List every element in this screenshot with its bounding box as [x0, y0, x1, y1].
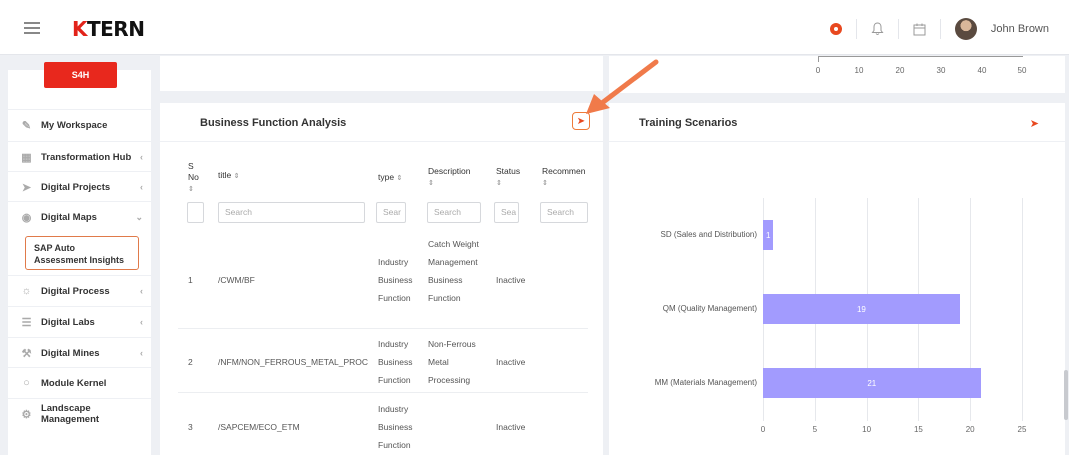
sidebar-item-digital-maps[interactable]: ◉ Digital Maps ⌄ — [8, 201, 151, 232]
top-card — [160, 56, 603, 91]
sidebar-item-module-kernel[interactable]: ○ Module Kernel — [8, 367, 151, 398]
sidebar: S4H ✎ My Workspace ▦ Transformation Hub … — [8, 62, 151, 455]
upper-chart-axis: 0 10 20 30 40 50 — [609, 56, 1065, 93]
gear-icon: ⚙ — [21, 408, 32, 421]
card-title: Training Scenarios — [639, 117, 738, 129]
card-title: Business Function Analysis — [200, 117, 347, 129]
divider — [609, 141, 1065, 142]
hamburger-menu-icon[interactable] — [24, 22, 40, 34]
axis-tick-label: 10 — [854, 66, 864, 75]
divider — [897, 19, 899, 39]
axis-tick-label: 30 — [936, 66, 946, 75]
x-tick-label: 5 — [812, 425, 818, 434]
top-right-toolbar: John Brown — [829, 18, 1049, 40]
grid-line — [1022, 198, 1023, 421]
axis-tick-label: 50 — [1017, 66, 1027, 75]
chevron-down-icon: ⌄ — [135, 211, 143, 222]
chevron-left-icon: ‹ — [140, 182, 143, 192]
sno-filter-box[interactable] — [187, 202, 204, 223]
chevron-left-icon: ‹ — [140, 286, 143, 296]
chevron-left-icon: ‹ — [140, 317, 143, 327]
bar-value-label: 1 — [765, 230, 771, 240]
sun-icon: ☼ — [21, 285, 32, 297]
scrollbar[interactable] — [1064, 370, 1068, 420]
column-header-title[interactable]: title ⇕ — [218, 170, 239, 182]
ktern-logo[interactable]: KTERN — [72, 17, 145, 41]
x-tick-label: 0 — [760, 425, 766, 434]
x-tick-label: 15 — [913, 425, 923, 434]
x-tick-label: 10 — [862, 425, 872, 434]
axis-tick-label: 20 — [895, 66, 905, 75]
x-tick-label: 25 — [1017, 425, 1027, 434]
list-icon: ☰ — [21, 316, 32, 329]
circle-icon: ○ — [23, 377, 30, 389]
column-header-description[interactable]: Description ⇕ — [428, 166, 471, 189]
axis-tick-label: 0 — [815, 66, 821, 75]
description-search-input[interactable]: Search — [427, 202, 481, 223]
sidebar-item-transformation-hub[interactable]: ▦ Transformation Hub ‹ — [8, 141, 151, 172]
send-icon: ➤ — [21, 181, 32, 194]
bar-value-label: 19 — [856, 304, 866, 314]
title-search-input[interactable]: Search — [218, 202, 365, 223]
column-header-status[interactable]: Status ⇕ — [496, 166, 520, 189]
avatar[interactable] — [954, 18, 977, 40]
sidebar-item-digital-mines[interactable]: ⚒ Digital Mines ‹ — [8, 337, 151, 368]
sort-icon: ⇕ — [233, 173, 240, 180]
workspace-icon: ✎ — [21, 119, 32, 132]
calendar-icon[interactable] — [913, 23, 926, 36]
top-bar: KTERN John Brown — [0, 0, 1069, 55]
sidebar-item-landscape-management[interactable]: ⚙ Landscape Management — [8, 398, 151, 429]
y-category-label: QM (Quality Management) — [662, 304, 757, 313]
x-tick-label: 20 — [965, 425, 975, 434]
bar-value-label: 21 — [867, 378, 877, 388]
pickaxe-icon: ⚒ — [21, 347, 32, 360]
bell-icon[interactable] — [871, 22, 884, 36]
column-header-sno[interactable]: S No ⇕ — [188, 161, 202, 195]
chevron-left-icon: ‹ — [140, 348, 143, 358]
user-name[interactable]: John Brown — [991, 23, 1049, 35]
sort-icon: ⇕ — [542, 180, 548, 187]
grid-icon: ▦ — [21, 151, 32, 164]
sidebar-item-digital-projects[interactable]: ➤ Digital Projects ‹ — [8, 171, 151, 202]
bar[interactable]: 21 — [763, 368, 981, 398]
divider — [178, 328, 588, 329]
axis-tick-label: 40 — [977, 66, 987, 75]
sort-icon: ⇕ — [188, 186, 194, 193]
sidebar-subitem-sap-auto-assessment[interactable]: SAP Auto Assessment Insights — [25, 236, 139, 270]
divider — [855, 19, 857, 39]
business-function-analysis-card: Business Function Analysis ➤ S No ⇕ title… — [160, 103, 603, 455]
divider — [178, 392, 588, 393]
s4h-badge-button[interactable]: S4H — [44, 62, 117, 88]
column-header-type[interactable]: type ⇕ — [378, 172, 402, 184]
recommendation-search-input[interactable]: Search — [540, 202, 588, 223]
bar[interactable]: 1 — [763, 220, 774, 250]
rocket-icon[interactable]: ➤ — [1030, 117, 1039, 130]
chevron-left-icon: ‹ — [140, 152, 143, 162]
map-pin-icon: ◉ — [21, 211, 32, 224]
type-search-input[interactable]: Sear — [376, 202, 406, 223]
divider — [160, 141, 603, 142]
sidebar-item-my-workspace[interactable]: ✎ My Workspace — [8, 109, 151, 140]
record-status-icon[interactable] — [829, 23, 842, 35]
training-scenarios-card: Training Scenarios ➤ 0 5 10 15 20 25 SD (Sales… — [609, 103, 1065, 455]
sort-icon: ⇕ — [428, 180, 434, 187]
divider — [939, 19, 941, 39]
rocket-icon: ➤ — [576, 115, 586, 127]
axis-tick — [818, 56, 819, 62]
sort-icon: ⇕ — [496, 180, 502, 187]
axis-line — [818, 56, 1023, 57]
y-category-label: SD (Sales and Distribution) — [660, 230, 757, 239]
y-category-label: MM (Materials Management) — [654, 378, 757, 387]
rocket-button[interactable]: ➤ — [572, 112, 590, 130]
status-search-input[interactable]: Sea — [494, 202, 519, 223]
column-header-recommendation[interactable]: Recommen ⇕ — [542, 166, 585, 189]
bar[interactable]: 19 — [763, 294, 960, 324]
sidebar-item-digital-process[interactable]: ☼ Digital Process ‹ — [8, 275, 151, 306]
sort-icon: ⇕ — [396, 175, 403, 182]
sidebar-item-digital-labs[interactable]: ☰ Digital Labs ‹ — [8, 306, 151, 337]
